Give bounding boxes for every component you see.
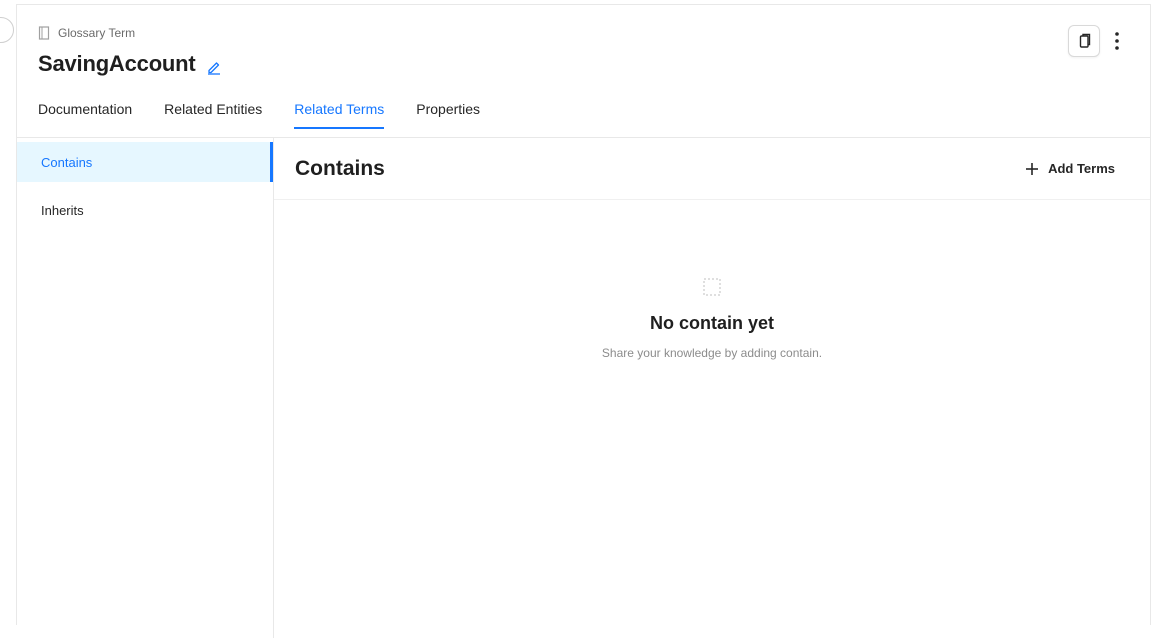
collapse-handle[interactable] <box>0 17 14 43</box>
sidebar-item-inherits[interactable]: Inherits <box>17 190 273 230</box>
empty-state: No contain yet Share your knowledge by a… <box>274 278 1150 360</box>
pencil-icon[interactable] <box>206 59 222 75</box>
add-terms-label: Add Terms <box>1048 161 1115 176</box>
document-icon <box>38 26 50 40</box>
tab-bar: Documentation Related Entities Related T… <box>38 93 512 137</box>
page-title: SavingAccount <box>38 51 196 76</box>
plus-icon <box>1026 162 1039 175</box>
sidebar-item-contains[interactable]: Contains <box>17 142 273 182</box>
more-options-button[interactable] <box>1105 27 1129 55</box>
entity-type-label: Glossary Term <box>58 26 136 40</box>
entity-panel: Glossary Term SavingAccount Documentatio… <box>16 4 1151 638</box>
empty-state-description: Share your knowledge by adding contain. <box>601 346 823 360</box>
more-vertical-icon <box>1115 31 1119 51</box>
tab-documentation[interactable]: Documentation <box>38 93 132 129</box>
empty-state-title: No contain yet <box>649 313 774 333</box>
empty-state-icon <box>703 278 721 296</box>
entity-type: Glossary Term <box>38 26 135 40</box>
tab-related-terms[interactable]: Related Terms <box>294 93 385 129</box>
relation-sidebar: Contains Inherits <box>17 138 274 638</box>
entity-header: Glossary Term SavingAccount Documentatio… <box>17 5 1150 138</box>
copy-icon <box>1077 33 1091 49</box>
add-terms-button[interactable]: Add Terms <box>1026 161 1115 176</box>
tab-properties[interactable]: Properties <box>416 93 480 129</box>
copy-button[interactable] <box>1068 25 1100 57</box>
content-header: Contains Add Terms <box>274 138 1150 200</box>
tab-related-entities[interactable]: Related Entities <box>164 93 262 129</box>
content-title: Contains <box>295 156 385 180</box>
title-row: SavingAccount <box>38 51 222 77</box>
relation-content: Contains Add Terms No contain yet Share … <box>274 138 1150 638</box>
